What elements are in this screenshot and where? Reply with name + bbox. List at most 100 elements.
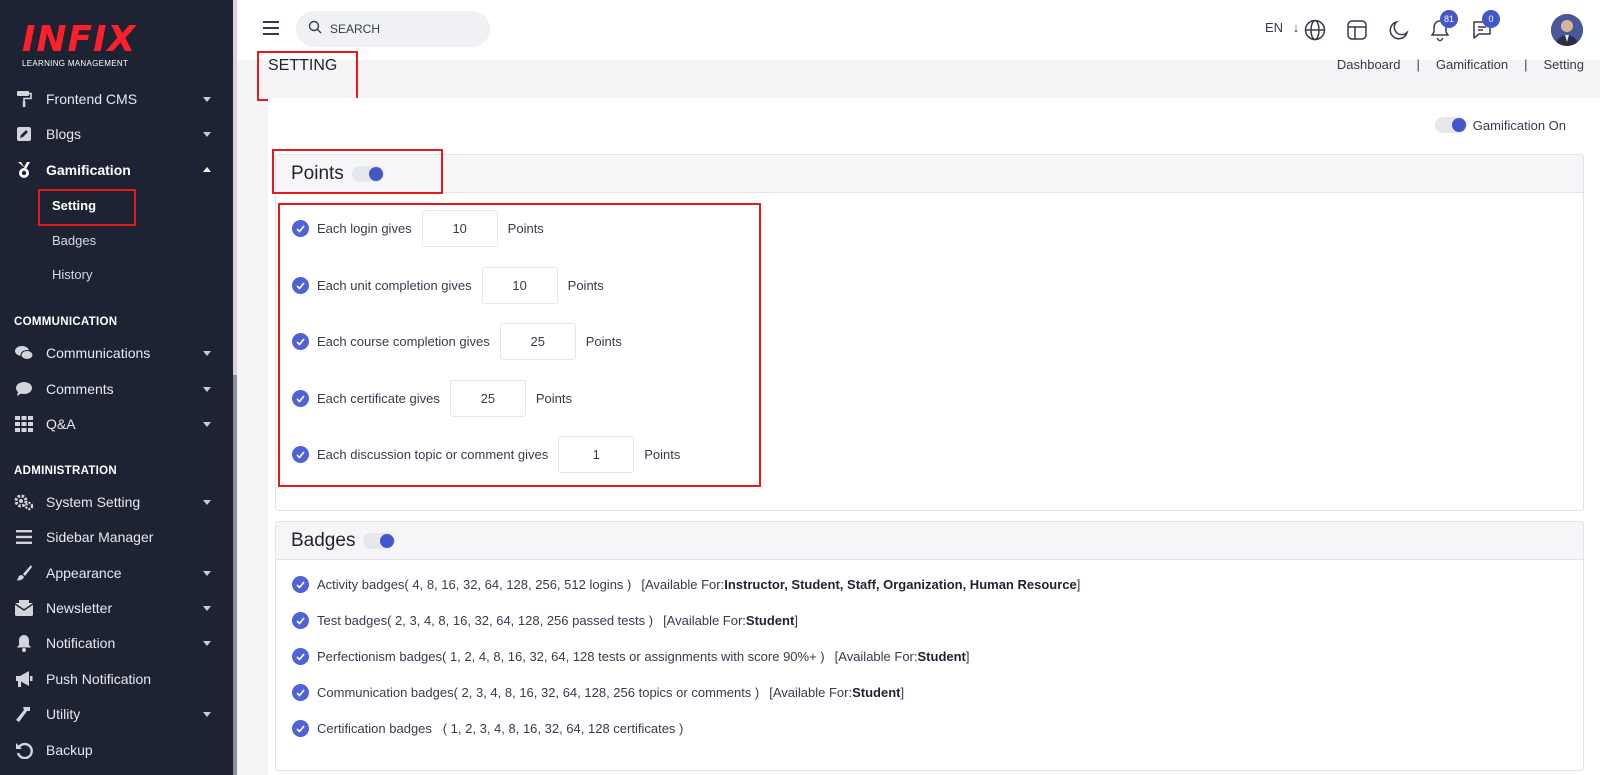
sidebar-subitem-history[interactable]: History [52, 267, 92, 282]
sidebar-item-label: Sidebar Manager [46, 529, 154, 545]
messages-count-badge: 0 [1482, 10, 1500, 28]
badge-row-activity: Activity badges( 4, 8, 16, 32, 64, 128, … [292, 576, 1080, 593]
sidebar-item-label: Gamification [46, 162, 131, 178]
chevron-down-icon [203, 132, 211, 137]
chevron-up-icon [203, 167, 211, 172]
undo-icon [14, 740, 34, 760]
sidebar-item-sidebar-manager[interactable]: Sidebar Manager [0, 521, 233, 553]
sidebar-item-backup[interactable]: Backup [0, 734, 233, 766]
sidebar-item-label: Newsletter [46, 600, 113, 616]
paint-roller-icon [14, 89, 34, 109]
section-heading-administration: ADMINISTRATION [14, 465, 118, 477]
gamification-toggle-label: Gamification On [1472, 117, 1566, 133]
badges-header: Badges [276, 522, 1583, 560]
badge-label: Test badges( 2, 3, 4, 8, 16, 32, 64, 128… [317, 613, 654, 628]
available-suffix: ] [794, 613, 798, 628]
check-circle-icon[interactable] [292, 648, 309, 665]
available-prefix: [Available For: [834, 649, 918, 664]
notification-bell-icon[interactable]: 81 [1428, 10, 1458, 42]
search-icon [308, 20, 322, 39]
notification-count-badge: 81 [1440, 10, 1458, 28]
sidebar-item-label: Notification [46, 635, 116, 651]
sidebar-item-label: Comments [46, 381, 114, 397]
check-circle-icon[interactable] [292, 720, 309, 737]
sidebar-scrollbar[interactable] [233, 375, 237, 775]
check-circle-icon[interactable] [292, 684, 309, 701]
badge-row-certification: Certification badges ( 1, 2, 3, 4, 8, 16… [292, 720, 683, 737]
badges-toggle-switch[interactable] [363, 532, 396, 549]
highlight-box-title [257, 51, 358, 101]
check-circle-icon[interactable] [292, 612, 309, 629]
points-header: Points [276, 155, 1583, 193]
chevron-down-icon [203, 351, 211, 356]
user-avatar[interactable] [1551, 14, 1583, 46]
sidebar-item-gamification[interactable]: Gamification [0, 154, 233, 186]
layout-icon[interactable] [1345, 18, 1369, 42]
chevron-down-icon [203, 712, 211, 717]
language-code: EN [1265, 20, 1284, 35]
sidebar-item-communications[interactable]: Communications [0, 337, 233, 369]
logo-text: INFIX [22, 19, 137, 60]
arrow-down-icon: ↓ [1292, 20, 1300, 35]
sidebar-item-comments[interactable]: Comments [0, 373, 233, 405]
sidebar-item-blogs[interactable]: Blogs [0, 118, 233, 150]
sidebar-item-label: Push Notification [46, 671, 152, 687]
language-selector[interactable]: EN ↓ [1265, 20, 1299, 35]
comments-icon [14, 343, 34, 363]
sidebar-item-frontend-cms[interactable]: Frontend CMS [0, 83, 233, 115]
sidebar-item-label: Utility [46, 706, 81, 722]
globe-icon[interactable] [1303, 18, 1327, 42]
chevron-down-icon [203, 571, 211, 576]
bell-icon [14, 633, 34, 653]
highlight-box-setting [38, 189, 136, 226]
available-roles: Student [745, 613, 795, 628]
chevron-down-icon [203, 500, 211, 505]
chevron-down-icon [203, 387, 211, 392]
cogs-icon [14, 492, 34, 512]
sidebar-item-newsletter[interactable]: Newsletter [0, 592, 233, 624]
chevron-down-icon [203, 641, 211, 646]
badge-row-test: Test badges( 2, 3, 4, 8, 16, 32, 64, 128… [292, 612, 798, 629]
sidebar-item-qa[interactable]: Q&A [0, 408, 233, 440]
edit-icon [14, 124, 34, 144]
app-logo[interactable]: INFIX LEARNING MANAGEMENT [22, 22, 142, 72]
available-suffix: ] [900, 685, 905, 700]
sidebar-subitem-badges[interactable]: Badges [52, 233, 96, 248]
sidebar-item-appearance[interactable]: Appearance [0, 557, 233, 589]
sidebar-item-utility[interactable]: Utility [0, 698, 233, 730]
breadcrumb-dashboard[interactable]: Dashboard [1337, 57, 1401, 72]
bullhorn-icon [14, 669, 34, 689]
sidebar-item-notification[interactable]: Notification [0, 627, 233, 659]
gamification-toggle[interactable]: Gamification On [1434, 117, 1566, 133]
breadcrumb-setting: Setting [1543, 57, 1584, 72]
brush-icon [14, 563, 34, 583]
messages-icon[interactable]: 0 [1470, 10, 1500, 42]
sidebar-item-push-notification[interactable]: Push Notification [0, 663, 233, 695]
available-roles: Instructor, Student, Staff, Organization… [724, 577, 1077, 592]
hammer-icon [14, 704, 34, 724]
available-prefix: [Available For: [663, 613, 746, 628]
sidebar-item-system-setting[interactable]: System Setting [0, 486, 233, 518]
dark-mode-moon-icon[interactable] [1387, 18, 1411, 42]
bars-icon [14, 527, 34, 547]
sidebar-item-label: Backup [46, 742, 93, 758]
chevron-down-icon [203, 97, 211, 102]
menu-toggle-icon[interactable] [263, 21, 279, 35]
breadcrumb-gamification[interactable]: Gamification [1436, 57, 1508, 72]
available-prefix: [Available For: [769, 685, 853, 700]
sidebar-item-label: Appearance [46, 565, 122, 581]
badge-row-perfectionism: Perfectionism badges( 1, 2, 4, 8, 16, 32… [292, 648, 970, 665]
search-input[interactable] [330, 22, 480, 36]
sidebar-item-label: Blogs [46, 126, 82, 142]
gamification-switch[interactable] [1434, 117, 1467, 133]
section-heading-communication: COMMUNICATION [14, 316, 118, 328]
sidebar: INFIX LEARNING MANAGEMENT Frontend CMS B… [0, 0, 237, 775]
grid-icon [14, 414, 34, 434]
logo-subtitle: LEARNING MANAGEMENT [22, 59, 129, 68]
search-box[interactable] [296, 11, 490, 47]
check-circle-icon[interactable] [292, 576, 309, 593]
breadcrumb: Dashboard | Gamification | Setting [1336, 57, 1584, 72]
badge-row-communication: Communication badges( 2, 3, 4, 8, 16, 32… [292, 684, 904, 701]
badge-label: Activity badges( 4, 8, 16, 32, 64, 128, … [317, 577, 632, 592]
available-roles: Student [917, 649, 966, 664]
